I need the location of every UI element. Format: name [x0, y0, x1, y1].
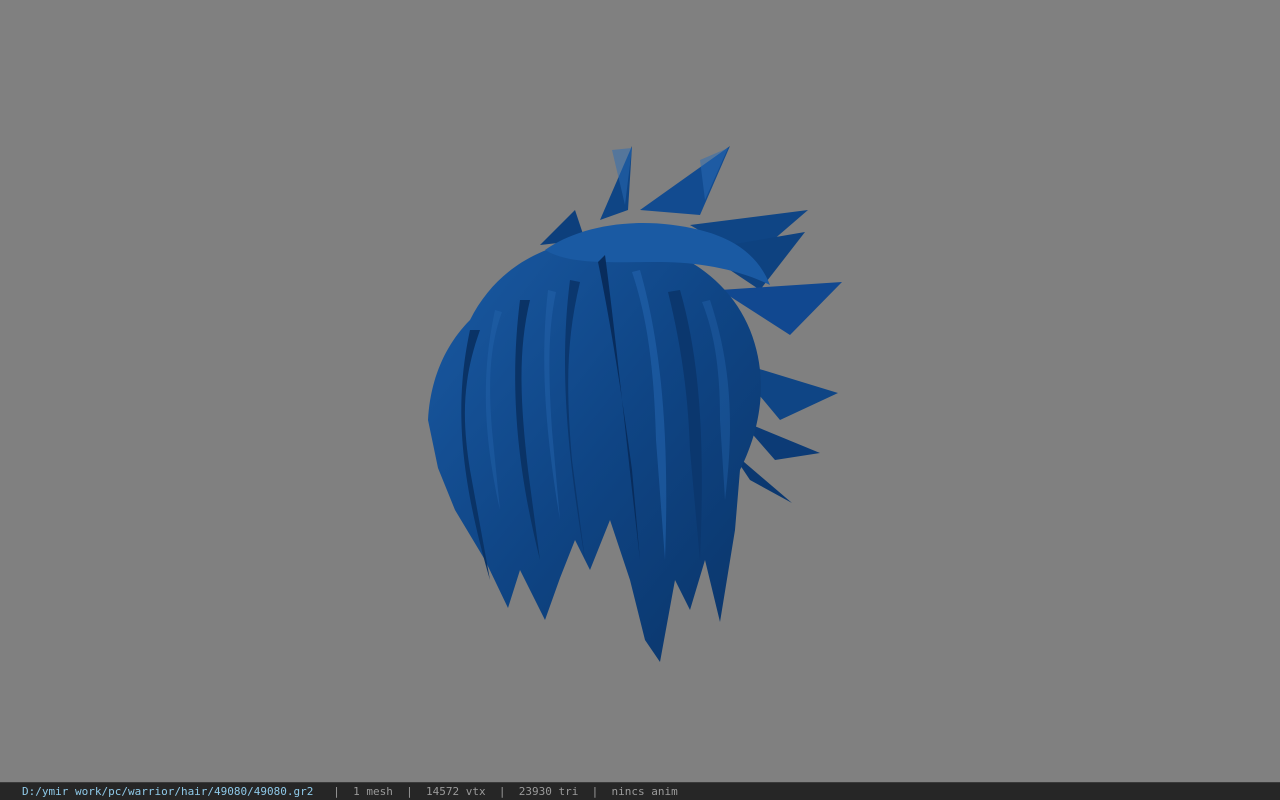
status-bar: D:/ymir work/pc/warrior/hair/49080/49080… — [0, 782, 1280, 800]
animation-status: nincs anim — [611, 785, 678, 798]
file-path: D:/ymir work/pc/warrior/hair/49080/49080… — [22, 785, 314, 798]
separator: | — [333, 785, 340, 798]
vertex-count: 14572 vtx — [426, 785, 486, 798]
hair-highlight-6 — [700, 148, 728, 200]
hair-main-mass — [428, 239, 761, 662]
3d-viewport[interactable] — [0, 0, 1280, 782]
mesh-count: 1 mesh — [353, 785, 393, 798]
triangle-count: 23930 tri — [518, 785, 579, 798]
separator: | — [406, 785, 413, 798]
separator: | — [498, 785, 506, 798]
hair-model — [428, 146, 842, 662]
separator: | — [591, 785, 599, 798]
